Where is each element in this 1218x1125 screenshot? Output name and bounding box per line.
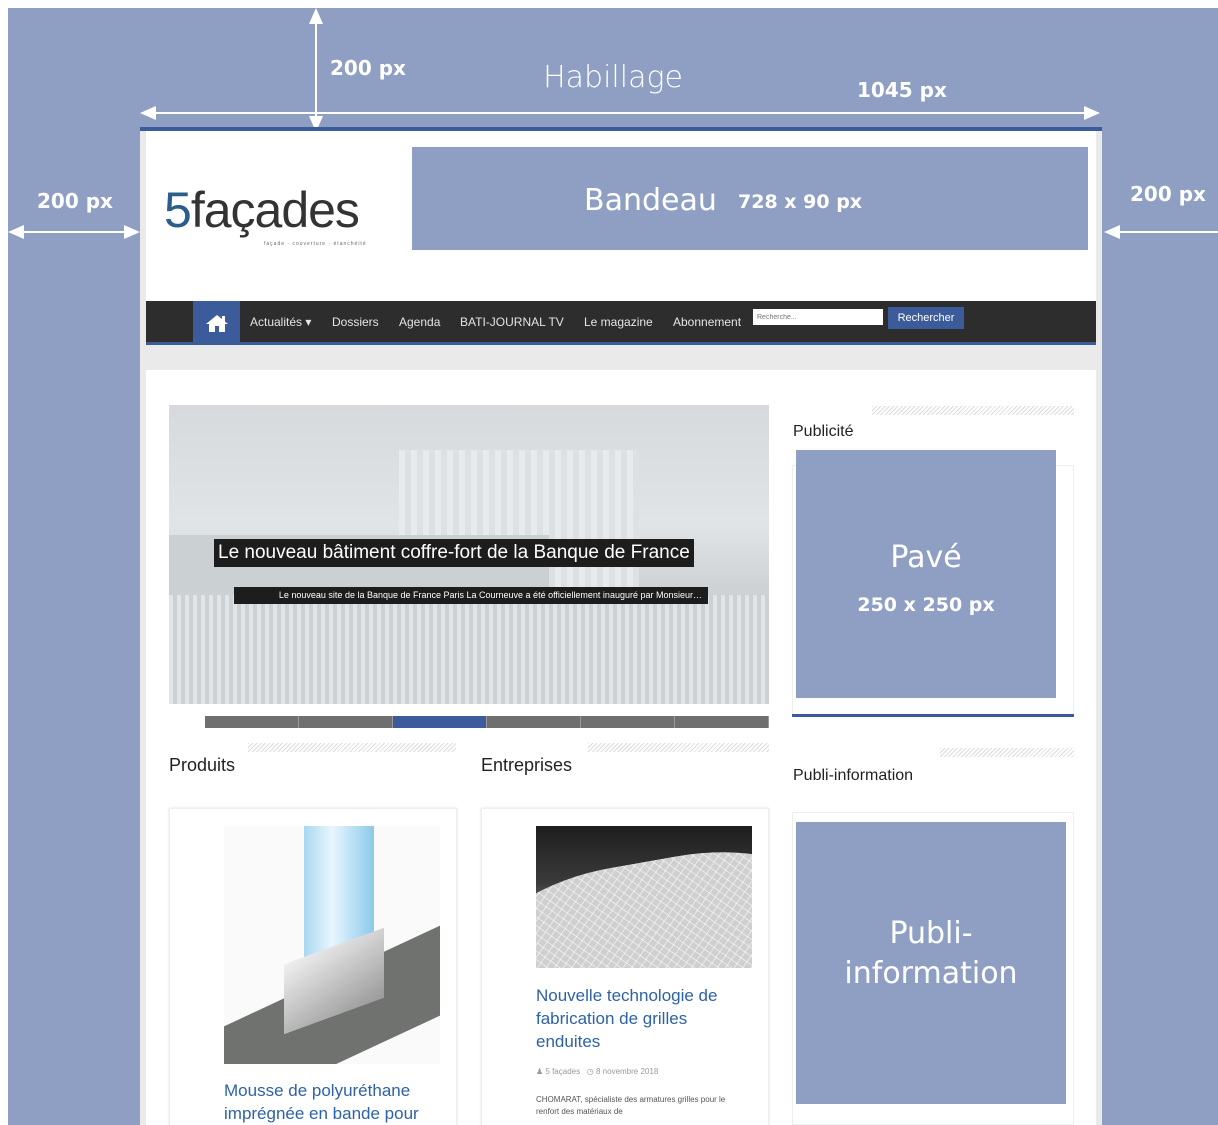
- nav-item-le-magazine[interactable]: Le magazine: [584, 315, 653, 329]
- slider-dot[interactable]: [581, 716, 675, 728]
- section-hatch: [248, 743, 456, 752]
- article-meta: ♟ 5 façades ◷ 8 novembre 2018: [536, 1067, 658, 1076]
- sidebar-hatch: [872, 406, 1074, 415]
- right-dimension-line: [1116, 231, 1218, 233]
- width-dimension-line: [152, 112, 1086, 114]
- product-card[interactable]: Mousse de polyuréthane imprégnée en band…: [169, 808, 457, 1125]
- site-container: 5façades façade · couverture · étanchéit…: [140, 127, 1102, 1125]
- arrow-up-icon: [309, 8, 323, 24]
- pave-label: Pavé: [890, 540, 962, 575]
- site-header: 5façades façade · couverture · étanchéit…: [146, 131, 1096, 301]
- top-margin-label: 200 px: [330, 56, 406, 80]
- search-button[interactable]: Rechercher: [888, 307, 964, 329]
- logo-tagline: façade · couverture · étanchéité: [264, 241, 367, 247]
- clock-icon: ◷: [586, 1067, 594, 1076]
- nav-item-agenda[interactable]: Agenda: [399, 315, 440, 329]
- arrow-right-icon: [124, 225, 140, 239]
- publicite-heading: Publicité: [793, 423, 854, 440]
- slider-dot[interactable]: [299, 716, 393, 728]
- left-dimension-line: [20, 231, 126, 233]
- search-input[interactable]: [753, 309, 883, 325]
- main-content: Le nouveau bâtiment coffre-fort de la Ba…: [146, 370, 1096, 1125]
- section-title-entreprises[interactable]: Entreprises: [481, 755, 572, 776]
- sidebar-divider: [792, 714, 1074, 717]
- pave-ad-placeholder: Pavé 250 x 250 px: [796, 450, 1056, 698]
- article-excerpt: CHOMARAT, spécialiste des armatures gril…: [536, 1095, 726, 1116]
- left-margin-label: 200 px: [37, 189, 113, 213]
- enterprise-card[interactable]: Nouvelle technologie de fabrication de g…: [481, 808, 769, 1125]
- site-logo[interactable]: 5façades: [164, 181, 360, 239]
- habillage-title: Habillage: [543, 60, 683, 95]
- slider-dot[interactable]: [393, 716, 487, 728]
- nav-item-actualites[interactable]: Actualités ▾: [250, 315, 311, 329]
- publi-info-line1: Publi-: [889, 916, 973, 951]
- right-margin-label: 200 px: [1130, 182, 1206, 206]
- article-author[interactable]: 5 façades: [545, 1067, 580, 1076]
- nav-item-abonnement[interactable]: Abonnement: [673, 315, 741, 329]
- enterprise-image[interactable]: [536, 826, 752, 968]
- bandeau-ad-placeholder: Bandeau 728 x 90 px: [412, 147, 1088, 250]
- main-nav: Actualités ▾ Dossiers Agenda BATI-JOURNA…: [146, 301, 1096, 345]
- home-icon: [205, 315, 228, 332]
- slider-dot[interactable]: [487, 716, 581, 728]
- slide-description: Le nouveau site de la Banque de France P…: [234, 587, 708, 604]
- nav-item-dossiers[interactable]: Dossiers: [332, 315, 379, 329]
- product-image[interactable]: [224, 826, 440, 1064]
- arrow-left-icon: [1104, 225, 1120, 239]
- arrow-left-icon: [140, 106, 156, 120]
- bandeau-label: Bandeau: [584, 183, 717, 218]
- home-button[interactable]: [193, 301, 240, 345]
- product-card-title[interactable]: Mousse de polyuréthane imprégnée en band…: [224, 1079, 454, 1125]
- enterprise-card-title[interactable]: Nouvelle technologie de fabrication de g…: [536, 984, 746, 1053]
- section-title-produits[interactable]: Produits: [169, 755, 235, 776]
- nav-item-bati-journal-tv[interactable]: BATI-JOURNAL TV: [460, 315, 564, 329]
- arrow-left-icon: [8, 225, 24, 239]
- article-date: 8 novembre 2018: [596, 1067, 659, 1076]
- slide-title[interactable]: Le nouveau bâtiment coffre-fort de la Ba…: [214, 539, 694, 567]
- featured-slider[interactable]: Le nouveau bâtiment coffre-fort de la Ba…: [169, 405, 769, 704]
- width-label: 1045 px: [857, 78, 947, 102]
- slider-dot[interactable]: [205, 716, 299, 728]
- publi-information-heading: Publi-information: [793, 767, 914, 784]
- bandeau-size: 728 x 90 px: [738, 191, 863, 213]
- section-hatch: [588, 743, 769, 752]
- user-icon: ♟: [536, 1067, 544, 1076]
- sidebar-hatch: [940, 748, 1074, 757]
- publi-info-line2: information: [844, 956, 1018, 991]
- arrow-right-icon: [1084, 106, 1100, 120]
- pave-size: 250 x 250 px: [857, 594, 995, 616]
- slider-pagination: [205, 716, 769, 728]
- publi-info-placeholder: Publi- information: [796, 822, 1066, 1104]
- slide-image-facade: [169, 595, 769, 704]
- slider-dot[interactable]: [675, 716, 769, 728]
